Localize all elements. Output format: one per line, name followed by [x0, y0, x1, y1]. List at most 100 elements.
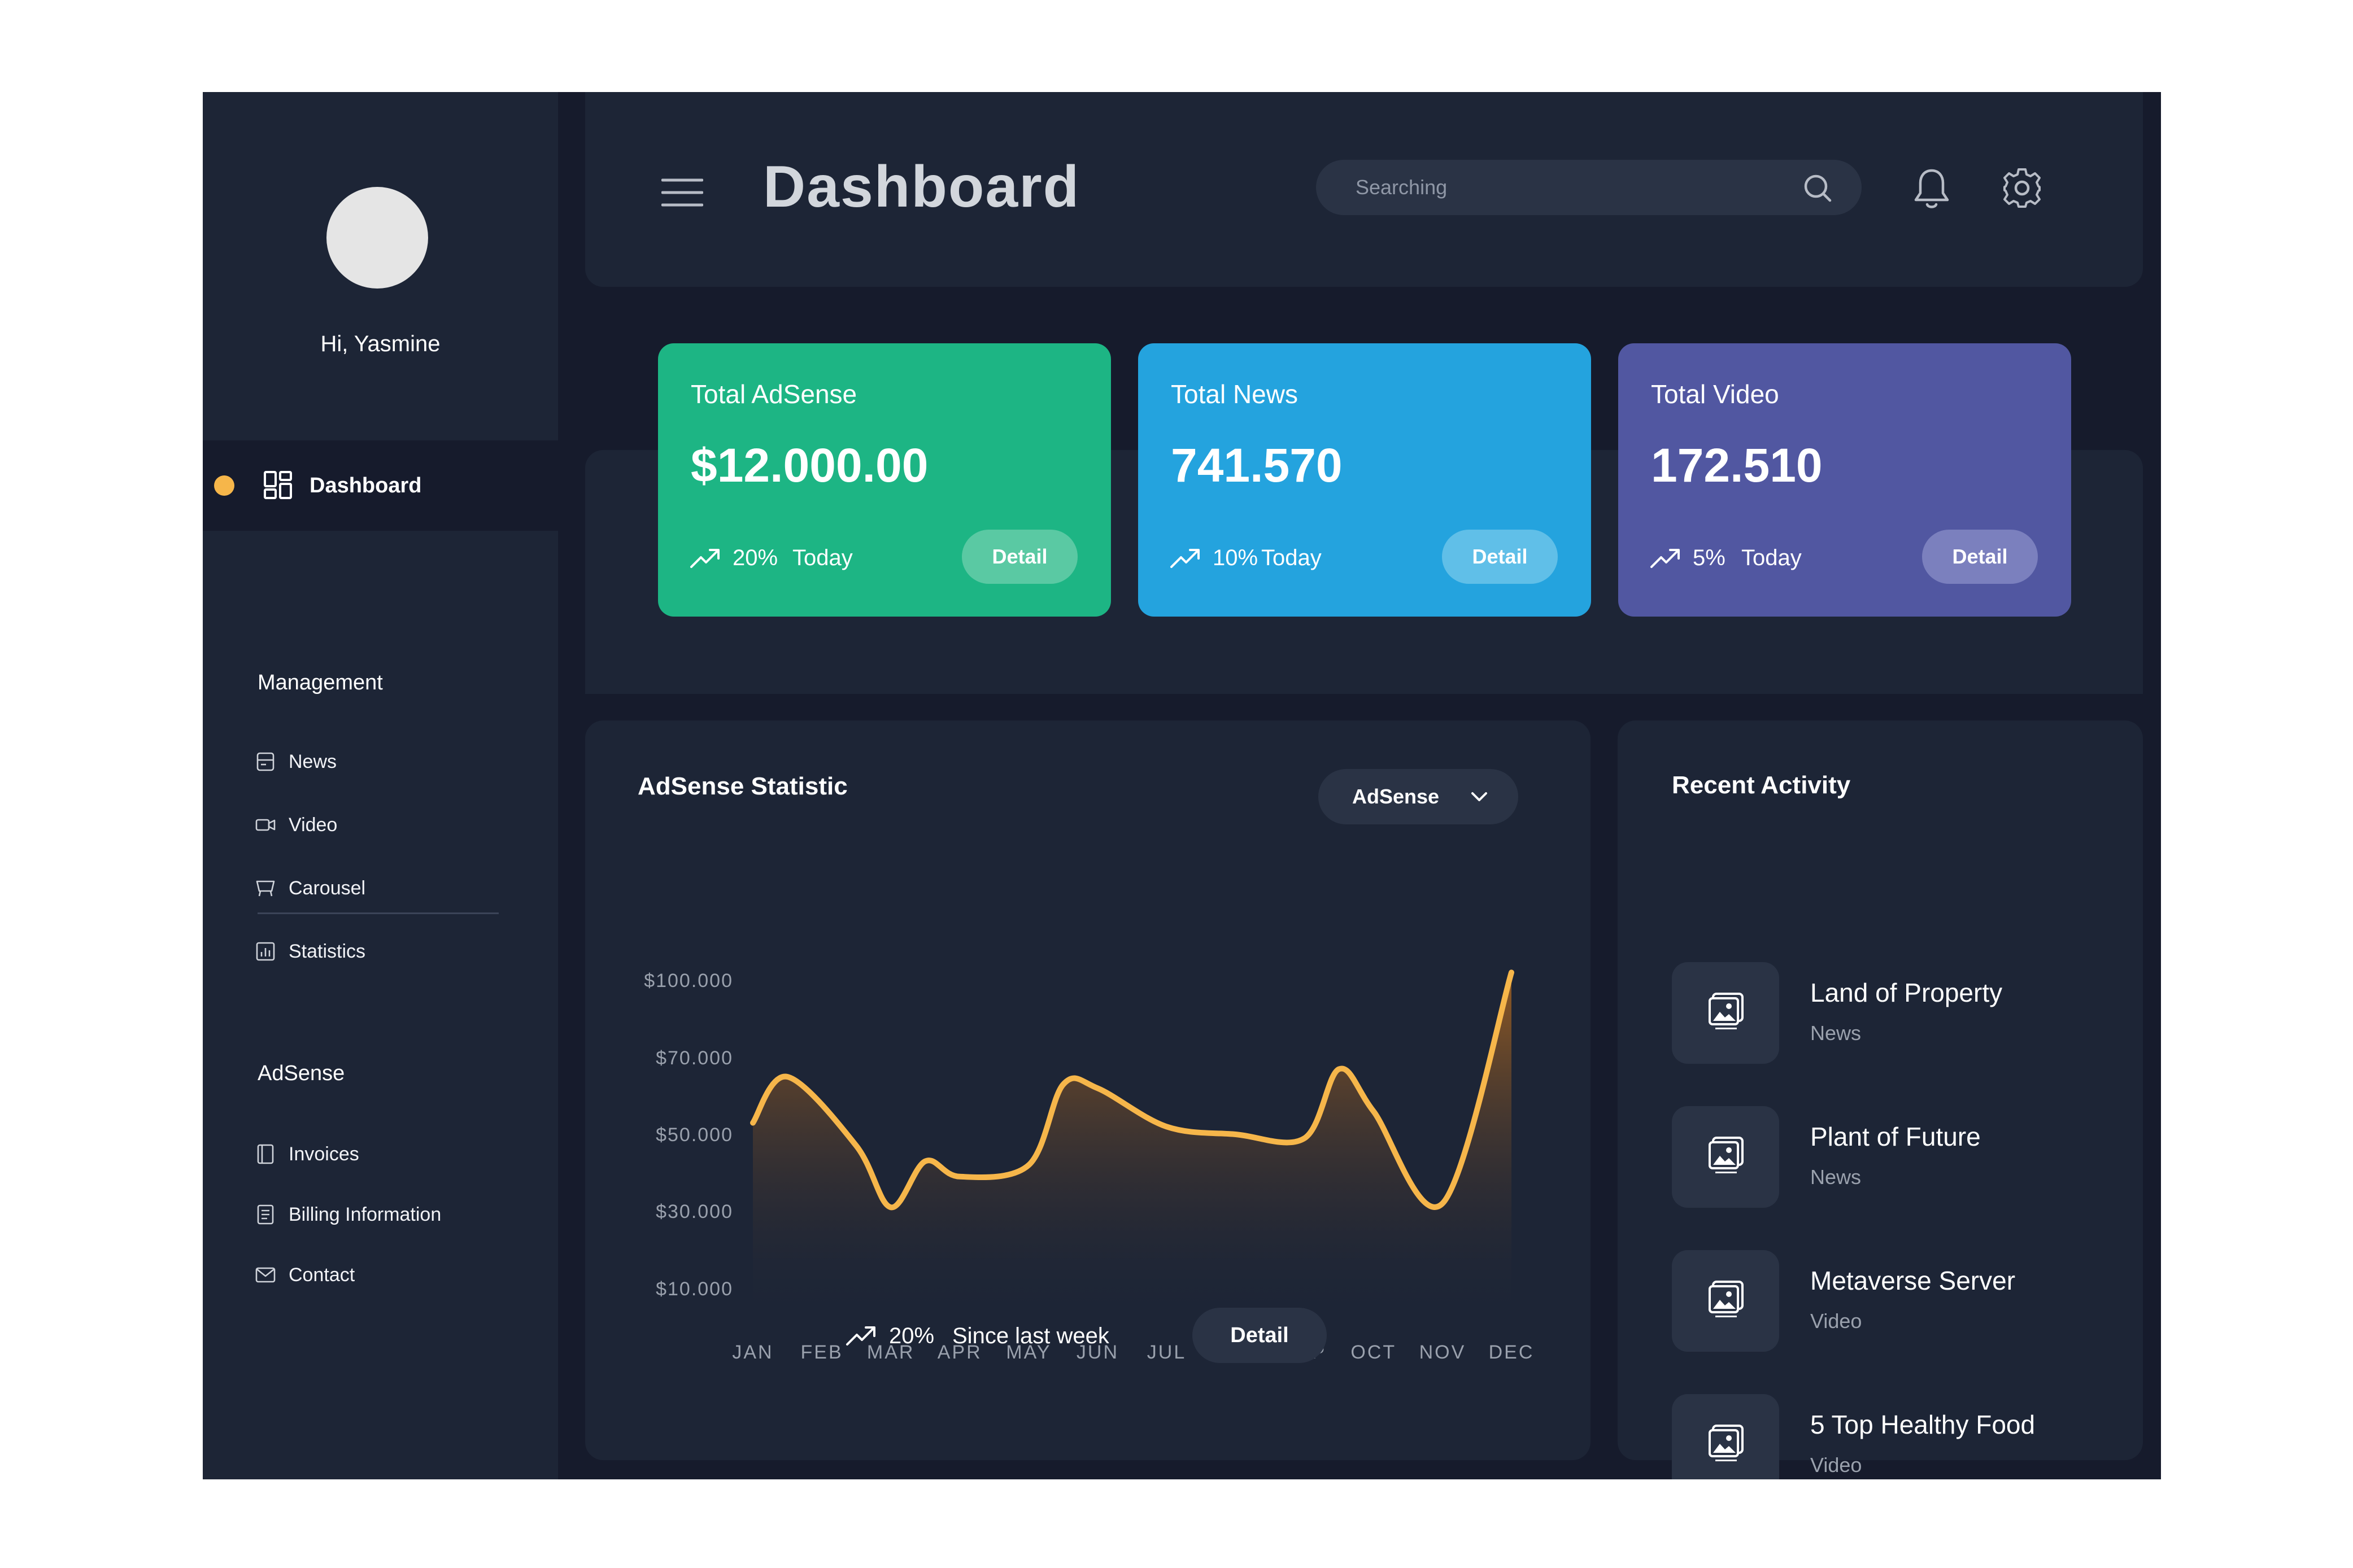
sidebar-item-label: Carousel [289, 877, 366, 899]
activity-item-category: Video [1810, 1453, 1862, 1477]
carousel-icon [256, 880, 275, 897]
x-tick-label: NOV [1419, 1342, 1466, 1363]
series-area [753, 972, 1511, 1319]
mail-icon [255, 1267, 276, 1283]
sidebar-item-label: Invoices [289, 1143, 359, 1165]
search-bar[interactable] [1316, 160, 1862, 215]
x-tick-label: DEC [1489, 1342, 1535, 1363]
activity-thumbnail [1672, 962, 1779, 1064]
x-tick-label: OCT [1350, 1342, 1396, 1363]
recent-activity-title: Recent Activity [1672, 771, 1851, 799]
sidebar-divider [258, 912, 499, 914]
sidebar-item-contact[interactable]: Contact [255, 1262, 355, 1288]
detail-button[interactable]: Detail [1922, 530, 2038, 584]
sidebar-item-billing-information[interactable]: Billing Information [255, 1202, 441, 1228]
stat-card-adsense: Total AdSense $12.000.00 20% Today Detai… [658, 343, 1111, 617]
y-tick-label: $50.000 [656, 1124, 733, 1146]
activity-item-title: 5 Top Healthy Food [1810, 1410, 2036, 1439]
activity-item[interactable]: 5 Top Healthy Food Video [1672, 1394, 2124, 1479]
news-icon [256, 752, 274, 771]
x-tick-label: FEB [801, 1342, 843, 1363]
trend-up-icon [1650, 549, 1680, 568]
stat-card-percent: 5% [1693, 545, 1725, 570]
chart-filter-value: AdSense [1352, 785, 1440, 808]
stat-card-period: Today [792, 545, 853, 570]
sidebar-item-label: Contact [289, 1264, 355, 1286]
activity-item-category: News [1810, 1165, 1862, 1189]
stat-card-title: Total AdSense [691, 379, 857, 409]
stat-card-title: Total News [1171, 379, 1298, 409]
chart-footer-percent: 20% [889, 1324, 935, 1348]
y-tick-label: $70.000 [656, 1047, 733, 1069]
management-section-title: Management [258, 671, 383, 695]
activity-item-title: Land of Property [1810, 978, 2003, 1007]
grid-icon [264, 471, 292, 499]
page-title: Dashboard [763, 154, 1080, 220]
chart-detail-button[interactable]: Detail [1192, 1308, 1327, 1363]
image-icon [1709, 1137, 1744, 1173]
sidebar-item-label: News [289, 751, 337, 772]
sidebar-item-statistics[interactable]: Statistics [255, 938, 365, 964]
activity-item-category: News [1810, 1021, 1862, 1045]
top-header: Dashboard [585, 92, 2143, 287]
adsense-section-title: AdSense [258, 1062, 345, 1085]
y-tick-label: $30.000 [656, 1201, 733, 1222]
activity-item-category: Video [1810, 1309, 1862, 1333]
billing-icon [257, 1204, 274, 1225]
chart-footer-caption: Since last week [952, 1324, 1109, 1348]
sidebar-item-video[interactable]: Video [255, 812, 337, 838]
invoice-icon [257, 1144, 274, 1164]
statistics-icon [256, 942, 275, 961]
chart-title: AdSense Statistic [638, 772, 848, 800]
search-input[interactable] [1356, 160, 1796, 215]
activity-item[interactable]: Metaverse Server Video [1672, 1250, 2124, 1352]
sidebar-item-dashboard-label: Dashboard [310, 474, 422, 497]
image-icon [1709, 1425, 1744, 1461]
stat-card-title: Total Video [1651, 379, 1779, 409]
bell-icon[interactable] [1912, 167, 1951, 211]
detail-button[interactable]: Detail [962, 530, 1078, 584]
activity-thumbnail [1672, 1394, 1779, 1479]
stat-card-news: Total News 741.570 10% Today Detail [1138, 343, 1591, 617]
stat-card-value: 172.510 [1651, 439, 1823, 492]
image-icon [1709, 993, 1744, 1029]
activity-item[interactable]: Land of Property News [1672, 962, 2124, 1064]
stat-card-value: 741.570 [1171, 439, 1343, 492]
user-greeting: Hi, Yasmine [320, 331, 441, 356]
stat-card-period: Today [1261, 545, 1322, 570]
chevron-down-icon [1471, 792, 1487, 801]
sidebar-item-label: Statistics [289, 941, 366, 962]
sidebar: Hi, Yasmine Dashboard Management News Vi… [203, 92, 558, 1479]
sidebar-item-carousel[interactable]: Carousel [255, 875, 365, 901]
x-tick-label: JAN [732, 1342, 773, 1363]
avatar[interactable] [326, 187, 428, 289]
activity-item[interactable]: Plant of Future News [1672, 1106, 2124, 1208]
stat-card-period: Today [1741, 545, 1802, 570]
stat-card-percent: 10% [1213, 545, 1258, 570]
sidebar-item-invoices[interactable]: Invoices [255, 1141, 359, 1167]
activity-thumbnail [1672, 1250, 1779, 1352]
sidebar-item-label: Video [289, 814, 338, 836]
video-icon [255, 819, 276, 831]
stat-card-percent: 20% [733, 545, 778, 570]
gear-icon[interactable] [2002, 168, 2042, 208]
y-tick-label: $100.000 [644, 970, 733, 992]
activity-item-title: Plant of Future [1810, 1122, 1981, 1151]
sidebar-item-label: Billing Information [289, 1204, 442, 1225]
image-icon [1709, 1281, 1744, 1317]
activity-thumbnail [1672, 1106, 1779, 1208]
chart-filter-select[interactable]: AdSense [1318, 769, 1518, 824]
menu-icon[interactable] [661, 177, 703, 208]
sidebar-item-news[interactable]: News [255, 749, 337, 775]
trend-up-icon [690, 549, 720, 568]
activity-item-title: Metaverse Server [1810, 1266, 2016, 1295]
y-tick-label: $10.000 [656, 1278, 733, 1300]
detail-button[interactable]: Detail [1442, 530, 1558, 584]
active-indicator [214, 475, 234, 496]
search-icon[interactable] [1802, 172, 1833, 204]
x-tick-label: JUL [1147, 1342, 1186, 1363]
adsense-statistic-panel: $100.000 $70.000 $50.000 $30.000 $10.000 JAN… [585, 720, 1591, 1460]
stat-card-video: Total Video 172.510 5% Today Detail [1618, 343, 2071, 617]
trend-up-icon [1170, 549, 1200, 568]
recent-activity-panel: Recent Activity Land of Property News Pl… [1618, 720, 2143, 1479]
